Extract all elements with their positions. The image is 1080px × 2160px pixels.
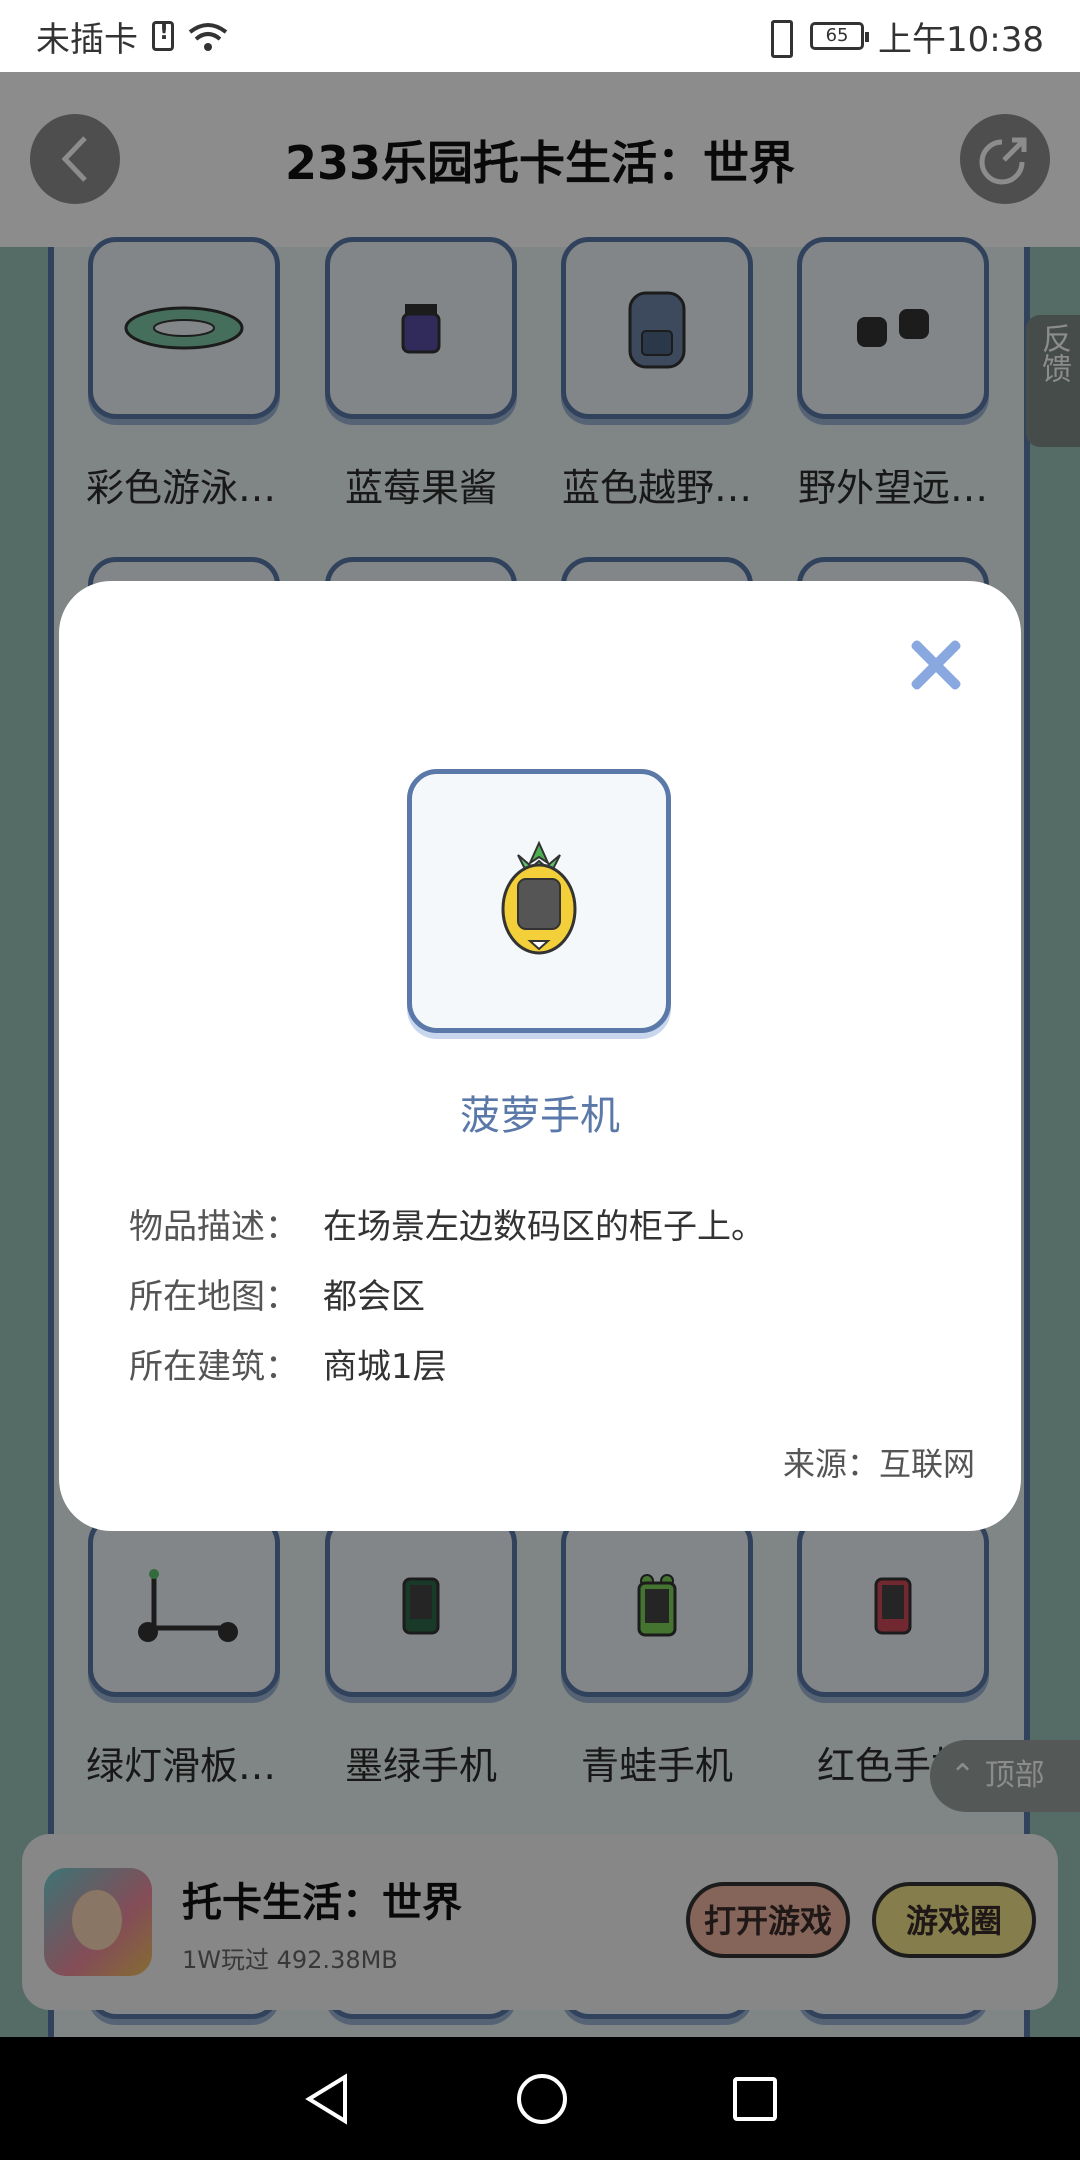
info-label: 物品描述： bbox=[129, 1207, 299, 1247]
system-nav-bar bbox=[0, 2037, 1080, 2160]
nav-home-icon[interactable] bbox=[517, 2073, 567, 2124]
battery-icon: 65 bbox=[810, 22, 870, 50]
source-note: 来源：互联网 bbox=[782, 1445, 975, 1483]
info-row-description: 物品描述： 在场景左边数码区的柜子上。 bbox=[129, 1199, 765, 1248]
info-row-map: 所在地图： 都会区 bbox=[129, 1269, 425, 1318]
item-detail-dialog: 菠萝手机 物品描述： 在场景左边数码区的柜子上。 所在地图： 都会区 所在建筑： 商城… bbox=[59, 581, 1021, 1531]
clock: 上午10:38 bbox=[878, 19, 1044, 60]
sim-warning-icon bbox=[152, 20, 174, 51]
item-name: 菠萝手机 bbox=[460, 1093, 620, 1139]
info-label: 所在地图： bbox=[129, 1277, 299, 1317]
nav-back-icon[interactable] bbox=[303, 2072, 351, 2125]
info-value: 商城1层 bbox=[323, 1347, 447, 1387]
item-image-frame bbox=[407, 769, 671, 1033]
close-icon[interactable] bbox=[907, 637, 963, 693]
nav-recents-icon[interactable] bbox=[733, 2076, 777, 2121]
pineapple-phone-icon bbox=[501, 841, 577, 955]
vibrate-icon bbox=[762, 20, 796, 58]
info-row-building: 所在建筑： 商城1层 bbox=[129, 1339, 447, 1388]
info-value: 都会区 bbox=[323, 1277, 425, 1317]
status-bar: 未插卡 65 上午10:38 bbox=[0, 0, 1080, 72]
info-value: 在场景左边数码区的柜子上。 bbox=[323, 1207, 765, 1247]
carrier-label: 未插卡 bbox=[36, 19, 138, 60]
wifi-icon bbox=[188, 21, 228, 51]
info-label: 所在建筑： bbox=[129, 1347, 299, 1387]
